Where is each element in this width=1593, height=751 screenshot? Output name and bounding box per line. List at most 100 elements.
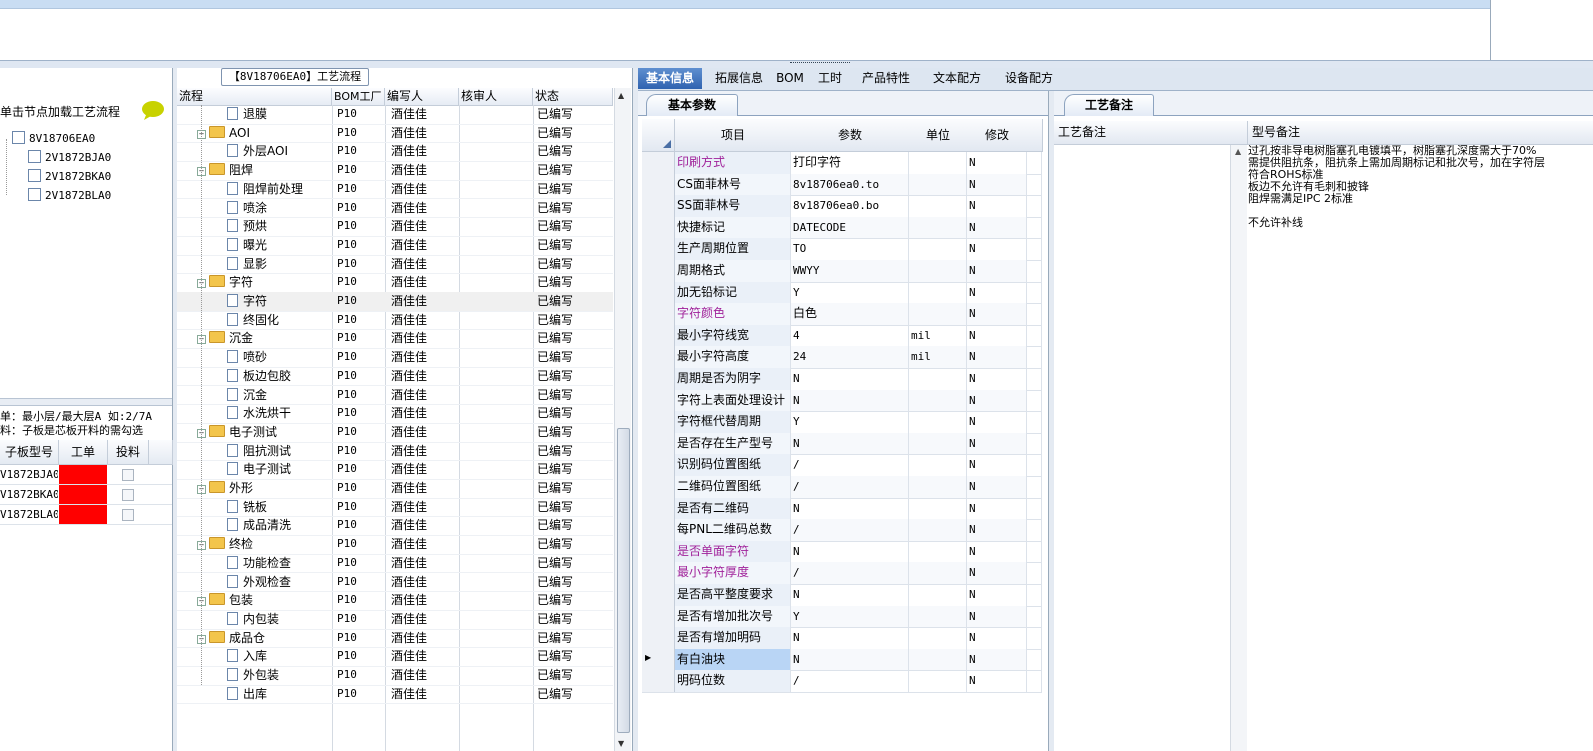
flow-row[interactable]: − 包装 P10 酒佳佳 已编写: [177, 591, 613, 611]
param-unit[interactable]: [909, 476, 967, 498]
param-row[interactable]: 识别码位置图纸 / N: [642, 454, 1042, 477]
param-value[interactable]: 8v18706ea0.to: [791, 173, 909, 196]
grid-corner[interactable]: [642, 119, 675, 152]
main-tab[interactable]: BOM: [774, 68, 806, 89]
flow-row[interactable]: 外包装 P10 酒佳佳 已编写: [177, 666, 613, 686]
param-value[interactable]: /: [791, 476, 909, 498]
flow-row[interactable]: − 沉金 P10 酒佳佳 已编写: [177, 329, 613, 350]
flow-row[interactable]: 喷涂 P10 酒佳佳 已编写: [177, 199, 613, 219]
param-unit[interactable]: [909, 627, 967, 649]
param-modify[interactable]: N: [967, 411, 1027, 433]
param-modify[interactable]: N: [967, 346, 1027, 368]
param-row[interactable]: 最小字符线宽 4 mil N: [642, 324, 1042, 348]
col-bom-factory[interactable]: BOM工厂: [332, 88, 385, 105]
param-unit[interactable]: [909, 670, 967, 692]
tree-node-child[interactable]: 2V1872BJA0: [28, 149, 111, 167]
param-row[interactable]: 字符框代替周期 Y N: [642, 411, 1042, 434]
scroll-down-icon[interactable]: ▼: [618, 739, 624, 748]
flow-row[interactable]: − 电子测试 P10 酒佳佳 已编写: [177, 423, 613, 443]
col-modify[interactable]: 修改: [967, 119, 1028, 152]
param-unit[interactable]: [909, 540, 967, 563]
col-order[interactable]: 工单: [59, 440, 108, 465]
row-header[interactable]: [642, 260, 675, 282]
param-value[interactable]: /: [791, 562, 909, 584]
main-tab[interactable]: 拓展信息: [708, 68, 770, 89]
param-value[interactable]: N: [791, 368, 909, 390]
node-checkbox-icon[interactable]: [28, 188, 41, 201]
param-unit[interactable]: [909, 281, 967, 304]
param-modify[interactable]: N: [967, 519, 1027, 541]
param-modify[interactable]: N: [967, 627, 1027, 649]
param-unit[interactable]: [909, 389, 967, 412]
subboard-row[interactable]: V1872BJA0: [0, 465, 172, 485]
param-row[interactable]: 最小字符厚度 / N: [642, 562, 1042, 585]
main-tab[interactable]: 产品特性: [852, 68, 920, 89]
param-value[interactable]: 24: [791, 346, 909, 368]
speech-bubble-icon[interactable]: [140, 100, 166, 120]
param-row[interactable]: 是否存在生产型号 N N: [642, 432, 1042, 456]
flow-row[interactable]: 喷砂 P10 酒佳佳 已编写: [177, 348, 613, 368]
row-header[interactable]: [642, 173, 675, 196]
flow-row[interactable]: 阻焊前处理 P10 酒佳佳 已编写: [177, 180, 613, 200]
param-unit[interactable]: mil: [909, 324, 967, 347]
param-unit[interactable]: [909, 238, 967, 260]
row-header[interactable]: [642, 497, 675, 520]
model-remark-text[interactable]: 过孔按非导电树脂塞孔电镀填平，树脂塞孔深度需大于70% 需提供阻抗条，阻抗条上需加…: [1248, 145, 1593, 751]
param-value[interactable]: Y: [791, 605, 909, 628]
param-unit[interactable]: [909, 648, 967, 671]
flow-row[interactable]: 出库 P10 酒佳佳 已编写: [177, 685, 613, 705]
param-modify[interactable]: N: [967, 476, 1027, 498]
row-header[interactable]: [642, 238, 675, 260]
param-unit[interactable]: [909, 605, 967, 628]
flow-row[interactable]: 字符 P10 酒佳佳 已编写: [177, 292, 613, 312]
col-process-remark[interactable]: 工艺备注: [1054, 121, 1248, 144]
col-feed[interactable]: 投料: [108, 440, 149, 465]
flow-row[interactable]: − AOI P10 酒佳佳 已编写: [177, 124, 613, 144]
flow-row[interactable]: 电子测试 P10 酒佳佳 已编写: [177, 460, 613, 480]
param-row[interactable]: 明码位数 / N: [642, 670, 1042, 693]
param-value[interactable]: TO: [791, 238, 909, 260]
param-modify[interactable]: N: [967, 216, 1027, 239]
param-unit[interactable]: mil: [909, 346, 967, 368]
row-header[interactable]: [642, 476, 675, 498]
param-value[interactable]: DATECODE: [791, 216, 909, 239]
flow-row[interactable]: 沉金 P10 酒佳佳 已编写: [177, 386, 613, 406]
param-unit[interactable]: [909, 152, 967, 174]
order-cell[interactable]: [59, 485, 107, 504]
row-header[interactable]: [642, 432, 675, 455]
param-unit[interactable]: [909, 260, 967, 282]
param-value[interactable]: N: [791, 648, 909, 671]
param-modify[interactable]: N: [967, 368, 1027, 390]
subboard-row[interactable]: V1872BLA0: [0, 505, 172, 525]
param-unit[interactable]: [909, 562, 967, 584]
param-value[interactable]: /: [791, 519, 909, 541]
param-unit[interactable]: [909, 195, 967, 217]
param-unit[interactable]: [909, 411, 967, 433]
param-value[interactable]: N: [791, 540, 909, 563]
flow-row[interactable]: − 外形 P10 酒佳佳 已编写: [177, 479, 613, 499]
node-checkbox-icon[interactable]: [12, 131, 25, 144]
main-tab[interactable]: 基本信息: [638, 68, 702, 89]
param-modify[interactable]: N: [967, 432, 1027, 455]
param-value[interactable]: 8v18706ea0.bo: [791, 195, 909, 217]
param-modify[interactable]: N: [967, 195, 1027, 217]
param-row[interactable]: 有白油块NN: [642, 648, 1042, 672]
flow-row[interactable]: − 字符 P10 酒佳佳 已编写: [177, 273, 613, 293]
param-row[interactable]: SS面菲林号 8v18706ea0.bo N: [642, 195, 1042, 218]
param-unit[interactable]: [909, 303, 967, 325]
flow-row[interactable]: 显影 P10 酒佳佳 已编写: [177, 255, 613, 275]
param-modify[interactable]: N: [967, 454, 1027, 476]
param-row[interactable]: 最小字符高度 24 mil N: [642, 346, 1042, 369]
flow-scrollbar[interactable]: ▲ ▼: [614, 88, 631, 751]
flow-row[interactable]: − 阻焊 P10 酒佳佳 已编写: [177, 161, 613, 181]
param-value[interactable]: N: [791, 497, 909, 520]
param-unit[interactable]: [909, 216, 967, 239]
main-tab[interactable]: 设备配方: [996, 68, 1062, 89]
col-subboard-model[interactable]: 子板型号: [0, 440, 59, 465]
tab-process-remarks[interactable]: 工艺备注: [1064, 94, 1154, 116]
param-row[interactable]: 是否有二维码 N N: [642, 497, 1042, 521]
param-row[interactable]: 快捷标记 DATECODE N: [642, 216, 1042, 240]
param-unit[interactable]: [909, 584, 967, 606]
param-modify[interactable]: N: [967, 648, 1027, 671]
process-remark-field[interactable]: ▲: [1054, 145, 1247, 751]
